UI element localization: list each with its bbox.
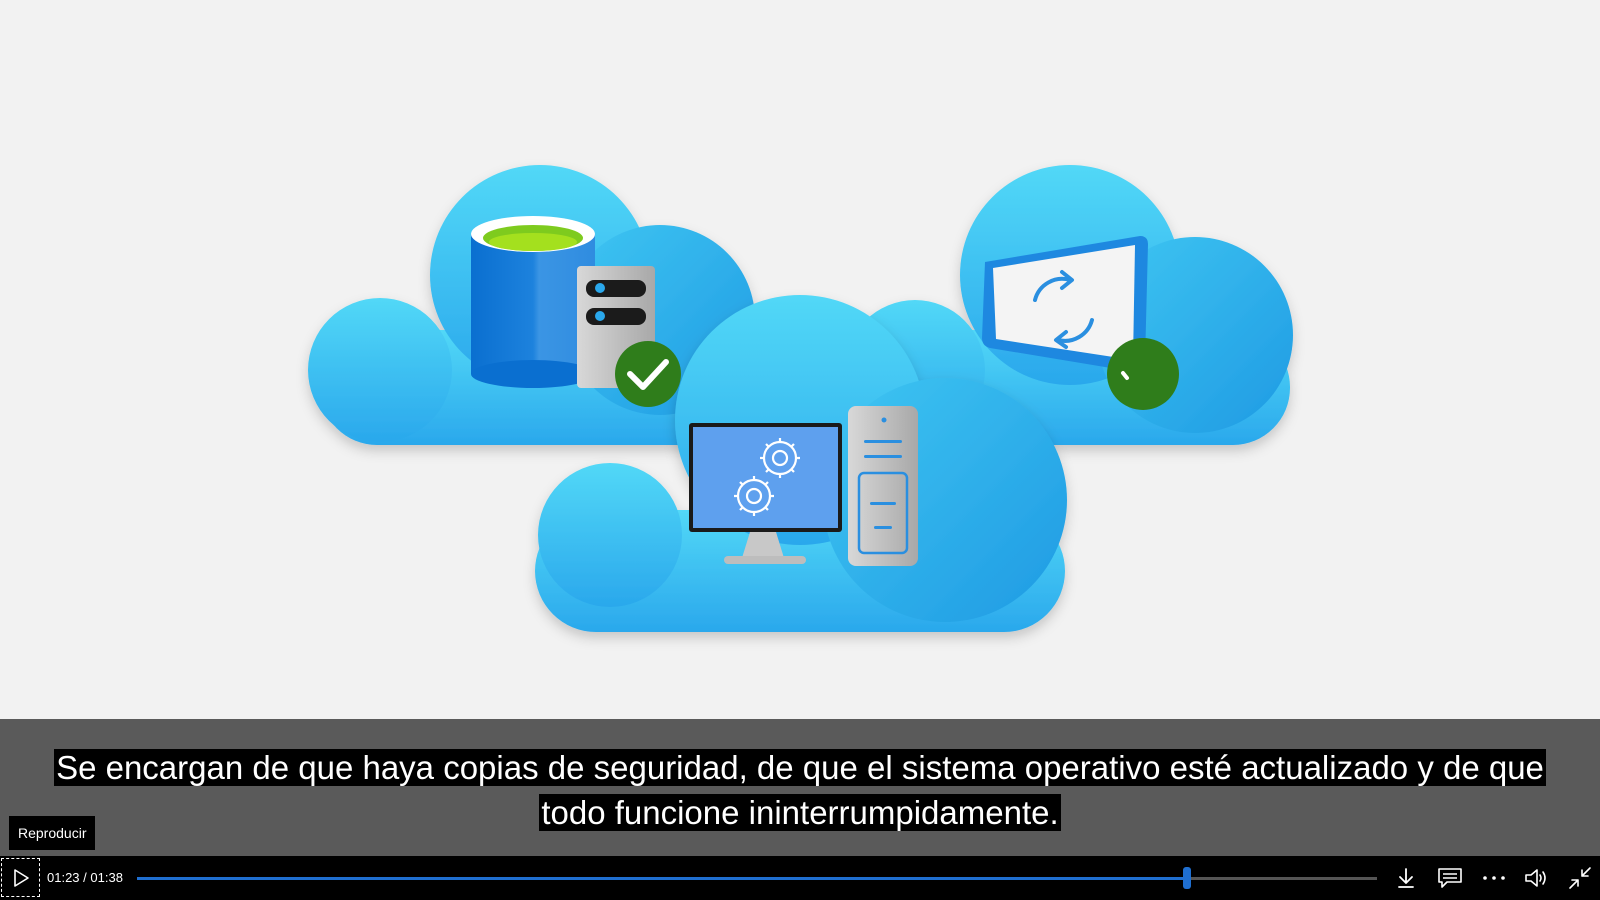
video-frame[interactable]	[0, 0, 1600, 719]
download-button[interactable]	[1386, 856, 1426, 900]
subtitle-line-1: Se encargan de que haya copias de seguri…	[54, 749, 1546, 786]
progress-bar[interactable]	[137, 867, 1377, 889]
total-time: 01:38	[90, 870, 123, 885]
current-time: 01:23	[47, 870, 80, 885]
more-options-button[interactable]	[1474, 856, 1514, 900]
progress-thumb[interactable]	[1183, 867, 1192, 889]
exit-fullscreen-icon	[1569, 867, 1591, 889]
captions-button[interactable]	[1430, 856, 1470, 900]
volume-icon	[1525, 869, 1546, 887]
tower-pc-icon	[848, 406, 918, 566]
player-control-bar: 01:23 / 01:38	[0, 856, 1600, 900]
subtitle-caption: Se encargan de que haya copias de seguri…	[0, 745, 1600, 835]
time-separator: /	[79, 870, 91, 885]
captions-icon	[1438, 868, 1462, 888]
play-button[interactable]	[1, 858, 40, 897]
progress-fill	[137, 877, 1188, 880]
volume-button[interactable]	[1517, 856, 1557, 900]
checkmark-icon	[615, 341, 681, 407]
database-icon	[471, 216, 595, 388]
download-icon	[1398, 868, 1414, 888]
exit-fullscreen-button[interactable]	[1560, 856, 1600, 900]
play-tooltip: Reproducir	[9, 816, 96, 850]
loading-badge-icon	[1107, 338, 1179, 410]
play-icon	[13, 868, 29, 887]
subtitle-line-2: todo funcione ininterrumpidamente.	[539, 794, 1061, 831]
time-display: 01:23 / 01:38	[47, 856, 123, 900]
cloud-services-illustration	[308, 165, 1293, 632]
more-options-icon	[1483, 876, 1505, 880]
